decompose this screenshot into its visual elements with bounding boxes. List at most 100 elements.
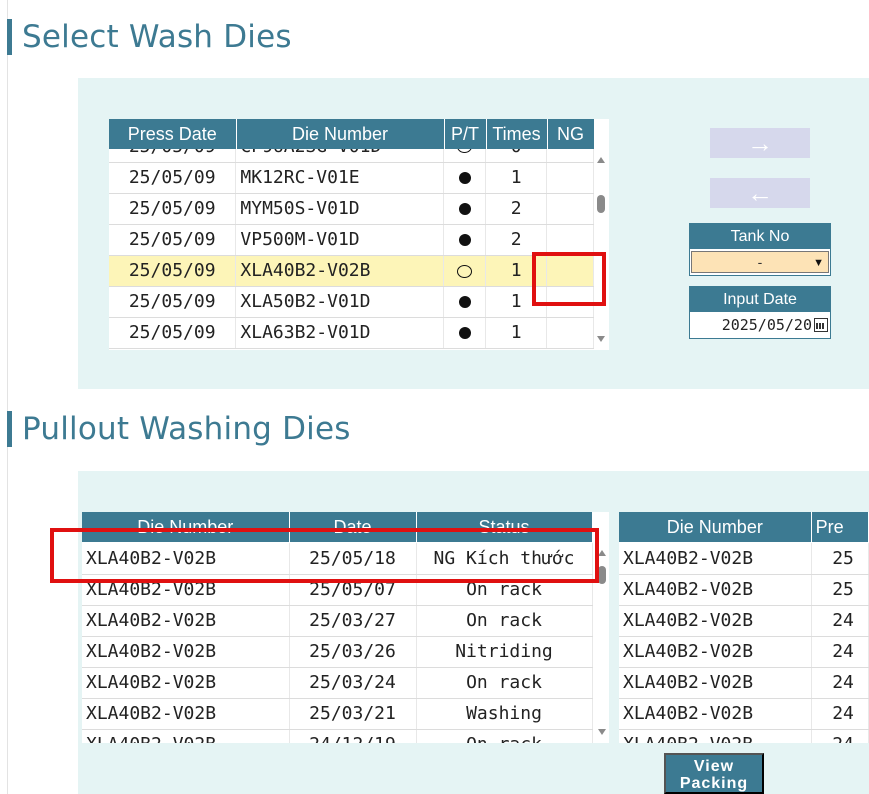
packing-header: Die Number Pre	[619, 512, 869, 542]
title-accent-bar	[7, 19, 12, 55]
status-cell: Washing	[416, 698, 593, 730]
table-row[interactable]: XLA40B2-V02B 25/03/24 On rack	[82, 667, 593, 699]
press-date-cell: 25/05/09	[109, 224, 237, 256]
die-number-cell: XLA40B2-V02B	[619, 698, 813, 730]
pre-cell: 24	[811, 698, 869, 730]
wash-dies-scrollbar[interactable]	[594, 149, 608, 350]
table-row[interactable]: XLA40B2-V02B24	[619, 605, 869, 637]
pre-cell: 24	[811, 605, 869, 637]
filled-circle-icon	[458, 203, 471, 215]
table-row[interactable]: XLA40B2-V02B 25	[619, 574, 869, 606]
table-row[interactable]: XLA40B2-V02B24	[619, 729, 869, 743]
scroll-down-icon[interactable]	[598, 729, 606, 735]
wash-dies-header: Press Date Die Number P/T Times NG	[109, 119, 595, 149]
die-number-cell: XLA40B2-V02B	[82, 698, 290, 730]
status-cell: Nitriding	[416, 636, 593, 668]
ng-cell[interactable]	[546, 193, 594, 225]
open-circle-icon	[457, 264, 473, 278]
wash-dies-table: 25/05/09CP96A2SG-V01D025/05/09MK12RC-V01…	[109, 149, 594, 349]
table-row[interactable]: 25/05/09 MYM50S-V01D 2	[109, 193, 594, 225]
pre-cell: 25	[811, 574, 869, 606]
col-die-number[interactable]: Die Number	[236, 119, 445, 149]
die-number-cell: XLA40B2-V02B	[82, 729, 290, 743]
ng-cell[interactable]	[546, 224, 594, 256]
table-row[interactable]: 25/05/09 XLA50B2-V01D 1	[109, 286, 594, 318]
scroll-up-icon[interactable]	[597, 157, 605, 163]
table-row[interactable]: 25/05/09CP96A2SG-V01D 0	[109, 149, 594, 163]
table-row[interactable]: XLA40B2-V02B 25/03/26 Nitriding	[82, 636, 593, 668]
view-packing-button[interactable]: View Packing	[664, 753, 764, 794]
table-row[interactable]: XLA40B2-V02B24	[619, 667, 869, 699]
table-row[interactable]: XLA40B2-V02B 25/03/27 On rack	[82, 605, 593, 637]
arrow-right-icon: →	[747, 127, 773, 158]
move-right-button[interactable]: →	[710, 128, 810, 158]
col-press-date[interactable]: Press Date	[109, 119, 237, 149]
date-cell: 25/03/27	[289, 605, 417, 637]
die-number-cell: MYM50S-V01D	[235, 193, 445, 225]
scroll-thumb[interactable]	[597, 195, 605, 213]
times-cell: 2	[485, 193, 548, 225]
filled-circle-icon	[458, 234, 471, 246]
pre-cell: 25	[811, 543, 869, 575]
table-row[interactable]: XLA40B2-V02B 25	[619, 543, 869, 575]
packing-body: XLA40B2-V02B 25 XLA40B2-V02B 25 XLA40B2-V02B…	[619, 542, 869, 743]
input-date-input[interactable]: 2025/05/20	[690, 312, 830, 338]
scroll-up-icon[interactable]	[598, 550, 606, 556]
die-number-cell: XLA40B2-V02B	[619, 543, 813, 575]
status-cell: On rack	[416, 667, 593, 699]
date-cell: 25/03/21	[289, 698, 417, 730]
pt-cell	[443, 193, 487, 225]
pre-cell: 24	[811, 729, 869, 743]
die-number-cell: XLA40B2-V02B	[82, 636, 290, 668]
input-date-value: 2025/05/20	[721, 316, 812, 334]
pt-cell	[443, 317, 487, 349]
table-row[interactable]: 25/05/09 XLA63B2-V01D 1	[109, 317, 594, 349]
annotation-highlight-ng-cell	[532, 252, 606, 306]
select-wash-dies-title: Select Wash Dies	[22, 19, 292, 55]
tank-no-label: Tank No	[690, 224, 830, 249]
die-number-cell: XLA63B2-V01D	[235, 317, 445, 349]
col-times[interactable]: Times	[486, 119, 548, 149]
table-row[interactable]: 25/05/09 XLA40B2-V02B 1	[109, 255, 594, 287]
filled-circle-icon	[458, 172, 471, 184]
press-date-cell: 25/05/09	[109, 149, 237, 163]
col-pre[interactable]: Pre	[811, 512, 869, 542]
die-number-cell: MK12RC-V01E	[235, 162, 445, 194]
col-die-number[interactable]: Die Number	[619, 512, 812, 542]
col-ng[interactable]: NG	[547, 119, 595, 149]
wash-dies-body: 25/05/09CP96A2SG-V01D025/05/09MK12RC-V01…	[109, 149, 594, 350]
press-date-cell: 25/05/09	[109, 317, 237, 349]
move-left-button[interactable]: ←	[710, 178, 810, 208]
times-cell: 2	[485, 224, 548, 256]
packing-table: XLA40B2-V02B 25 XLA40B2-V02B 25 XLA40B2-V02B…	[619, 543, 869, 743]
ng-cell[interactable]	[546, 317, 594, 349]
date-cell: 25/03/26	[289, 636, 417, 668]
wash-dies-grid: Press Date Die Number P/T Times NG 25/05…	[109, 119, 609, 350]
scroll-thumb[interactable]	[598, 566, 606, 584]
ng-cell[interactable]	[546, 149, 594, 163]
die-number-cell: XLA40B2-V02B	[82, 605, 290, 637]
die-number-cell: XLA40B2-V02B	[619, 605, 813, 637]
pt-cell	[443, 149, 487, 163]
table-row[interactable]: 25/05/09 VP500M-V01D 2	[109, 224, 594, 256]
left-rule	[7, 0, 8, 794]
table-row[interactable]: XLA40B2-V02B24/12/19On rack	[82, 729, 593, 743]
table-row[interactable]: XLA40B2-V02B 25/03/21 Washing	[82, 698, 593, 730]
table-row[interactable]: XLA40B2-V02B24	[619, 698, 869, 730]
press-date-cell: 25/05/09	[109, 162, 237, 194]
calendar-icon[interactable]	[814, 318, 828, 332]
col-pt[interactable]: P/T	[444, 119, 487, 149]
die-number-cell: XLA40B2-V02B	[619, 667, 813, 699]
table-row[interactable]: XLA40B2-V02B24	[619, 636, 869, 668]
pre-cell: 24	[811, 636, 869, 668]
table-row[interactable]: 25/05/09 MK12RC-V01E 1	[109, 162, 594, 194]
filled-circle-icon	[458, 296, 471, 308]
times-cell: 0	[485, 149, 548, 163]
section-title-pullout-washing-dies: Pullout Washing Dies	[7, 411, 351, 447]
scroll-down-icon[interactable]	[597, 336, 605, 342]
pt-cell	[443, 255, 487, 287]
tank-no-select[interactable]: - ▼	[691, 251, 829, 273]
ng-cell[interactable]	[546, 162, 594, 194]
times-cell: 1	[485, 162, 548, 194]
pt-cell	[443, 286, 487, 318]
